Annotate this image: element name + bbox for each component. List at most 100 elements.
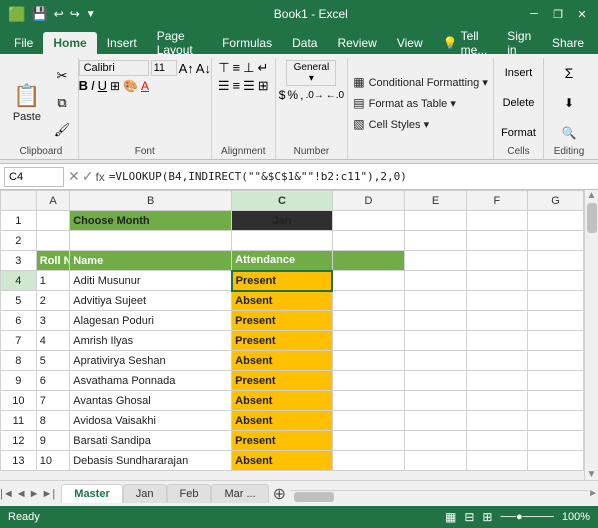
cell-g6[interactable] [528, 311, 584, 331]
normal-view-icon[interactable]: ▦ [445, 510, 456, 524]
scroll-right-btn[interactable]: ► [588, 488, 598, 499]
sheet-nav-left-end[interactable]: |◄ [0, 488, 14, 500]
cell-b7[interactable]: Amrish Ilyas [70, 331, 232, 351]
col-header-c[interactable]: C [232, 191, 333, 211]
cell-e7[interactable] [405, 331, 466, 351]
cell-g9[interactable] [528, 371, 584, 391]
cell-f7[interactable] [466, 331, 527, 351]
cell-f9[interactable] [466, 371, 527, 391]
cell-e10[interactable] [405, 391, 466, 411]
cell-d11[interactable] [332, 411, 405, 431]
cell-d9[interactable] [332, 371, 405, 391]
cell-g1[interactable] [528, 211, 584, 231]
cell-c8[interactable]: Absent [232, 351, 333, 371]
cell-f3[interactable] [466, 251, 527, 271]
align-left-icon[interactable]: ☰ [218, 78, 230, 94]
tab-tell-me[interactable]: 💡Tell me... [433, 32, 498, 54]
cell-a4[interactable]: 1 [36, 271, 70, 291]
cell-b5[interactable]: Advitiya Sujeet [70, 291, 232, 311]
borders-button[interactable]: ⊞ [110, 79, 120, 93]
cell-g12[interactable] [528, 431, 584, 451]
sheet-tab-mar[interactable]: Mar ... [211, 484, 268, 503]
cell-d1[interactable] [332, 211, 405, 231]
cell-e12[interactable] [405, 431, 466, 451]
fill-button[interactable]: ⬇ [556, 90, 582, 116]
cell-c1[interactable]: Jan [232, 211, 333, 231]
cell-g5[interactable] [528, 291, 584, 311]
cell-f11[interactable] [466, 411, 527, 431]
cell-b2[interactable] [70, 231, 232, 251]
cell-c2[interactable] [232, 231, 333, 251]
cell-f2[interactable] [466, 231, 527, 251]
tab-formulas[interactable]: Formulas [212, 32, 282, 54]
col-header-a[interactable]: A [36, 191, 70, 211]
cell-a13[interactable]: 10 [36, 451, 70, 471]
align-right-icon[interactable]: ☰ [243, 78, 255, 94]
cell-b4[interactable]: Aditi Musunur [70, 271, 232, 291]
cell-g13[interactable] [528, 451, 584, 471]
cell-e2[interactable] [405, 231, 466, 251]
cell-e6[interactable] [405, 311, 466, 331]
decrease-decimal-icon[interactable]: ←.0 [326, 90, 344, 101]
cell-c4[interactable]: Present [232, 271, 333, 291]
font-name-input[interactable]: Calibri [79, 60, 149, 76]
copy-button[interactable]: ⧉ [49, 90, 75, 116]
restore-button[interactable]: ❐ [550, 6, 566, 22]
cell-g10[interactable] [528, 391, 584, 411]
cell-d5[interactable] [332, 291, 405, 311]
tab-share[interactable]: Share [542, 32, 594, 54]
cell-g3[interactable] [528, 251, 584, 271]
zoom-level[interactable]: 100% [562, 511, 590, 523]
cell-a1[interactable] [36, 211, 70, 231]
tab-data[interactable]: Data [282, 32, 327, 54]
zoom-slider[interactable]: ──●──── [500, 511, 553, 523]
cell-f10[interactable] [466, 391, 527, 411]
cell-d2[interactable] [332, 231, 405, 251]
cell-a2[interactable] [36, 231, 70, 251]
sheet-tab-feb[interactable]: Feb [167, 484, 212, 503]
cell-d6[interactable] [332, 311, 405, 331]
cell-a5[interactable]: 2 [36, 291, 70, 311]
cell-e5[interactable] [405, 291, 466, 311]
cell-g2[interactable] [528, 231, 584, 251]
align-bottom-icon[interactable]: ⊥ [243, 60, 254, 76]
cell-c11[interactable]: Absent [232, 411, 333, 431]
cell-b9[interactable]: Asvathama Ponnada [70, 371, 232, 391]
cell-d12[interactable] [332, 431, 405, 451]
cell-d13[interactable] [332, 451, 405, 471]
align-middle-icon[interactable]: ≡ [233, 60, 241, 76]
cell-d4[interactable] [332, 271, 405, 291]
cell-b13[interactable]: Debasis Sundhararajan [70, 451, 232, 471]
cell-a12[interactable]: 9 [36, 431, 70, 451]
merge-center-icon[interactable]: ⊞ [258, 78, 269, 94]
autosum-button[interactable]: Σ [556, 60, 582, 86]
cell-c12[interactable]: Present [232, 431, 333, 451]
cell-b8[interactable]: Aprativirya Seshan [70, 351, 232, 371]
cell-e9[interactable] [405, 371, 466, 391]
cell-c3[interactable]: Attendance [232, 251, 333, 271]
format-cells-button[interactable]: Format [506, 120, 532, 146]
redo-icon[interactable]: ↪ [70, 7, 80, 21]
formula-input[interactable]: =VLOOKUP(B4,INDIRECT(""&$C$1&""!b2:c11")… [109, 170, 594, 183]
tab-home[interactable]: Home [43, 32, 96, 54]
page-layout-icon[interactable]: ⊟ [464, 510, 474, 524]
scrollbar-thumb[interactable] [587, 203, 597, 233]
cell-g8[interactable] [528, 351, 584, 371]
tab-page-layout[interactable]: Page Layout [147, 32, 212, 54]
italic-button[interactable]: I [91, 78, 95, 93]
horizontal-scrollbar[interactable] [290, 490, 588, 504]
cell-g4[interactable] [528, 271, 584, 291]
cell-e11[interactable] [405, 411, 466, 431]
cell-a9[interactable]: 6 [36, 371, 70, 391]
cell-e13[interactable] [405, 451, 466, 471]
cell-styles-button[interactable]: ▧ Cell Styles ▾ [347, 114, 435, 134]
cell-f5[interactable] [466, 291, 527, 311]
increase-font-icon[interactable]: A↑ [179, 61, 194, 76]
cell-g7[interactable] [528, 331, 584, 351]
cell-c5[interactable]: Absent [232, 291, 333, 311]
cell-a3[interactable]: Roll No. [36, 251, 70, 271]
customize-qat-icon[interactable]: ▼ [86, 9, 96, 20]
currency-button[interactable]: $ [279, 88, 286, 102]
fill-color-button[interactable]: 🎨 [123, 79, 138, 93]
wrap-text-icon[interactable]: ↵ [257, 60, 268, 76]
